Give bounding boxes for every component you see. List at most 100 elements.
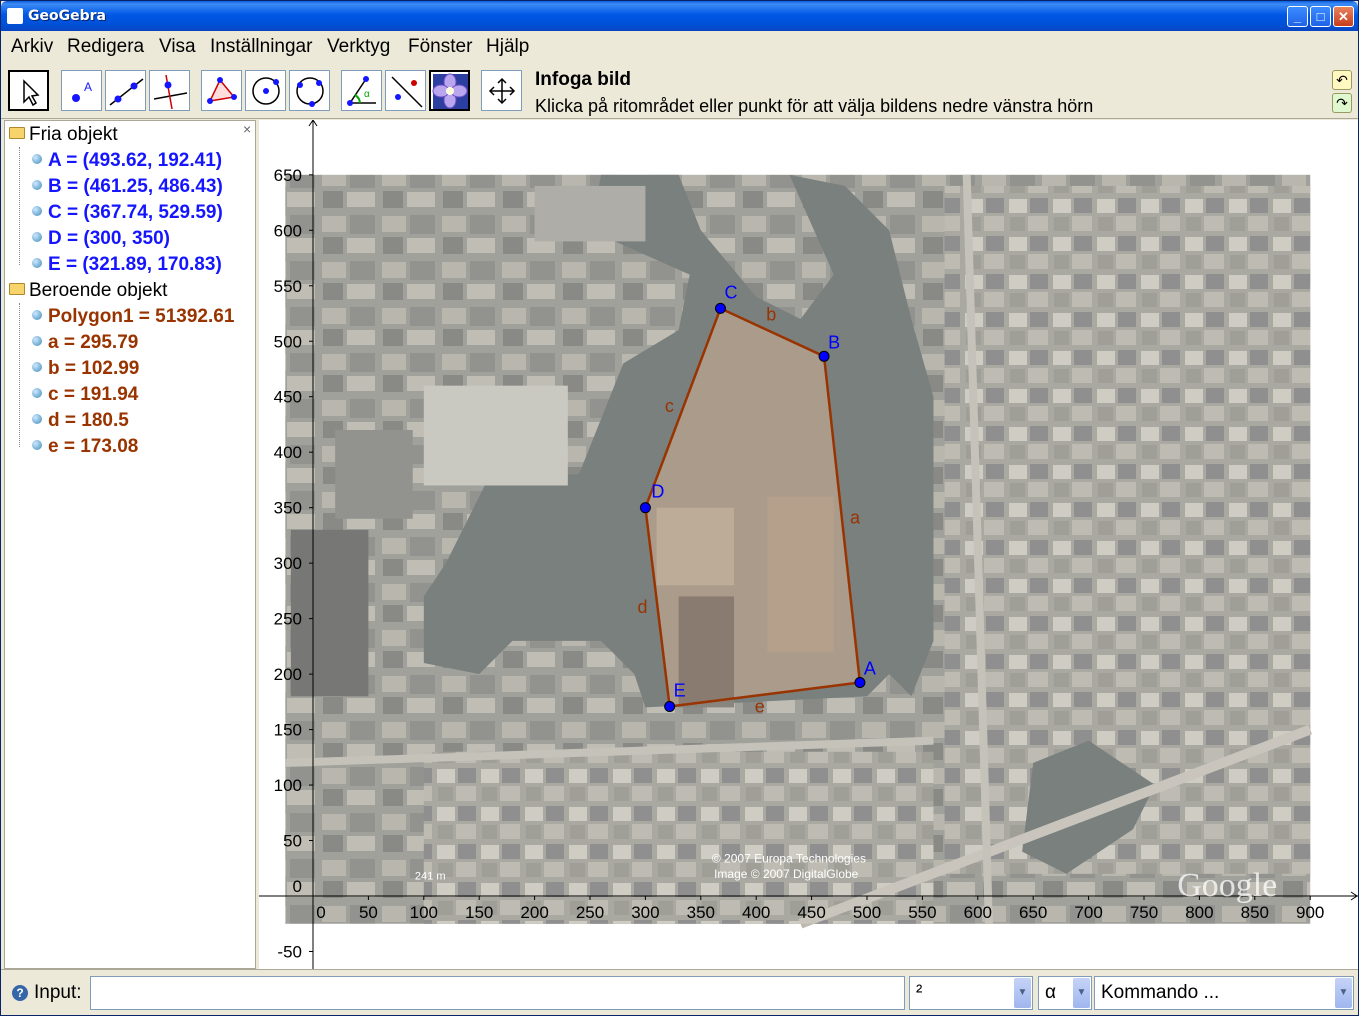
visibility-bullet-icon[interactable] bbox=[32, 440, 42, 450]
help-icon[interactable]: ? bbox=[12, 985, 28, 1001]
chevron-down-icon[interactable]: ▼ bbox=[1014, 978, 1031, 1008]
point-icon: A bbox=[72, 80, 92, 102]
visibility-bullet-icon[interactable] bbox=[32, 362, 42, 372]
power-select[interactable]: ² ▼ bbox=[909, 976, 1033, 1010]
x-tick-label: 350 bbox=[687, 903, 715, 922]
pan-tool-button[interactable] bbox=[481, 70, 522, 111]
svg-text:A: A bbox=[84, 80, 92, 94]
greek-select[interactable]: α ▼ bbox=[1038, 976, 1092, 1010]
line-tool-button[interactable] bbox=[105, 70, 146, 111]
menu-installningar[interactable]: Inställningar bbox=[210, 36, 312, 58]
x-tick-label: 200 bbox=[520, 903, 548, 922]
graphics-view[interactable]: 0 50 100 150 200 250 300 350 400 450 500 550 600 650 7… bbox=[259, 120, 1358, 969]
point-E[interactable] bbox=[664, 700, 676, 712]
active-tool-help: Klicka på ritområdet eller punkt för att… bbox=[535, 96, 1094, 116]
visibility-bullet-icon[interactable] bbox=[32, 180, 42, 190]
menu-visa[interactable]: Visa bbox=[159, 36, 196, 58]
list-item[interactable]: b = 102.99 bbox=[32, 358, 139, 380]
conic-tool-button[interactable] bbox=[289, 70, 330, 111]
minimize-button[interactable]: _ bbox=[1287, 6, 1308, 27]
image-credit: © 2007 Europa Technologies bbox=[712, 852, 866, 866]
perpendicular-line-icon bbox=[153, 74, 188, 110]
object-text: D = (300, 350) bbox=[48, 228, 170, 249]
visibility-bullet-icon[interactable] bbox=[32, 154, 42, 164]
object-text: a = 295.79 bbox=[48, 332, 139, 353]
list-item[interactable]: A = (493.62, 192.41) bbox=[32, 150, 222, 172]
x-tick-label: 800 bbox=[1185, 903, 1213, 922]
undo-icon[interactable]: ↶ bbox=[1332, 70, 1352, 90]
visibility-bullet-icon[interactable] bbox=[32, 414, 42, 424]
active-tool-title: Infoga bild bbox=[535, 69, 632, 90]
tree-connector bbox=[19, 303, 20, 447]
list-item[interactable]: B = (461.25, 486.43) bbox=[32, 176, 223, 198]
image-credit: Image © 2007 DigitalGlobe bbox=[714, 867, 859, 881]
point-C[interactable] bbox=[714, 302, 726, 314]
menu-redigera[interactable]: Redigera bbox=[67, 36, 144, 58]
menu-arkiv[interactable]: Arkiv bbox=[11, 36, 53, 58]
toolbar: A α Infoga bild Klicka på ritområdet ell… bbox=[1, 63, 1358, 119]
redo-icon[interactable]: ↷ bbox=[1332, 93, 1352, 113]
x-tick-label: 900 bbox=[1296, 903, 1324, 922]
visibility-bullet-icon[interactable] bbox=[32, 388, 42, 398]
visibility-bullet-icon[interactable] bbox=[32, 336, 42, 346]
dependent-objects-folder[interactable]: Beroende objekt bbox=[9, 280, 167, 302]
move-tool-button[interactable] bbox=[8, 70, 49, 111]
power-select-value: ² bbox=[916, 982, 923, 1003]
close-button[interactable]: ✕ bbox=[1333, 6, 1354, 27]
command-select[interactable]: Kommando ... ▼ bbox=[1094, 976, 1354, 1010]
algebra-view: × Fria objekt A = (493.62, 192.41) B = (… bbox=[4, 120, 256, 969]
image-tool-button[interactable] bbox=[429, 70, 470, 111]
y-tick-label: 500 bbox=[274, 332, 302, 351]
graphics-canvas[interactable]: 0 50 100 150 200 250 300 350 400 450 500 550 600 650 7… bbox=[259, 120, 1358, 969]
menu-verktyg[interactable]: Verktyg bbox=[327, 36, 390, 58]
x-tick-label: 550 bbox=[908, 903, 936, 922]
object-text: d = 180.5 bbox=[48, 410, 129, 431]
polygon-icon bbox=[207, 77, 237, 104]
point-tool-button[interactable]: A bbox=[61, 70, 102, 111]
list-item[interactable]: Polygon1 = 51392.61 bbox=[32, 306, 234, 328]
object-text: A = (493.62, 192.41) bbox=[48, 150, 223, 171]
list-item[interactable]: e = 173.08 bbox=[32, 436, 138, 458]
x-tick-label: 850 bbox=[1241, 903, 1269, 922]
chevron-down-icon[interactable]: ▼ bbox=[1073, 978, 1090, 1008]
perpendicular-tool-button[interactable] bbox=[149, 70, 190, 111]
visibility-bullet-icon[interactable] bbox=[32, 310, 42, 320]
menu-fonster[interactable]: Fönster bbox=[408, 36, 472, 58]
y-tick-label: 250 bbox=[274, 610, 302, 629]
list-item[interactable]: d = 180.5 bbox=[32, 410, 129, 432]
x-tick-label: 100 bbox=[410, 903, 438, 922]
visibility-bullet-icon[interactable] bbox=[32, 258, 42, 268]
maximize-button[interactable]: □ bbox=[1310, 6, 1331, 27]
point-A[interactable] bbox=[854, 677, 866, 689]
list-item[interactable]: c = 191.94 bbox=[32, 384, 138, 406]
title-bar[interactable]: GeoGebra _ □ ✕ bbox=[1, 1, 1358, 31]
point-label-C: C bbox=[724, 282, 737, 302]
list-item[interactable]: E = (321.89, 170.83) bbox=[32, 254, 222, 276]
reflect-tool-button[interactable] bbox=[385, 70, 426, 111]
x-tick-label: 50 bbox=[359, 903, 378, 922]
input-field[interactable] bbox=[90, 976, 905, 1010]
chevron-down-icon[interactable]: ▼ bbox=[1335, 978, 1352, 1008]
point-D[interactable] bbox=[639, 502, 651, 514]
point-label-A: A bbox=[864, 659, 876, 679]
y-tick-label: 600 bbox=[274, 221, 302, 240]
visibility-bullet-icon[interactable] bbox=[32, 206, 42, 216]
free-objects-folder[interactable]: Fria objekt bbox=[9, 124, 118, 146]
menu-hjalp[interactable]: Hjälp bbox=[486, 36, 529, 58]
y-tick-label: 100 bbox=[274, 776, 302, 795]
line-icon bbox=[109, 78, 144, 106]
angle-tool-button[interactable]: α bbox=[341, 70, 382, 111]
point-B[interactable] bbox=[818, 350, 830, 362]
circle-tool-button[interactable] bbox=[245, 70, 286, 111]
dependent-objects-header: Beroende objekt bbox=[29, 280, 168, 301]
google-logo: Google bbox=[1177, 867, 1277, 904]
polygon-tool-button[interactable] bbox=[201, 70, 242, 111]
x-tick-label: 700 bbox=[1074, 903, 1102, 922]
list-item[interactable]: a = 295.79 bbox=[32, 332, 138, 354]
visibility-bullet-icon[interactable] bbox=[32, 232, 42, 242]
y-tick-label: 50 bbox=[283, 832, 302, 851]
close-icon[interactable]: × bbox=[243, 121, 251, 137]
list-item[interactable]: D = (300, 350) bbox=[32, 228, 170, 250]
list-item[interactable]: C = (367.74, 529.59) bbox=[32, 202, 223, 224]
move-arrows-icon bbox=[488, 77, 516, 105]
